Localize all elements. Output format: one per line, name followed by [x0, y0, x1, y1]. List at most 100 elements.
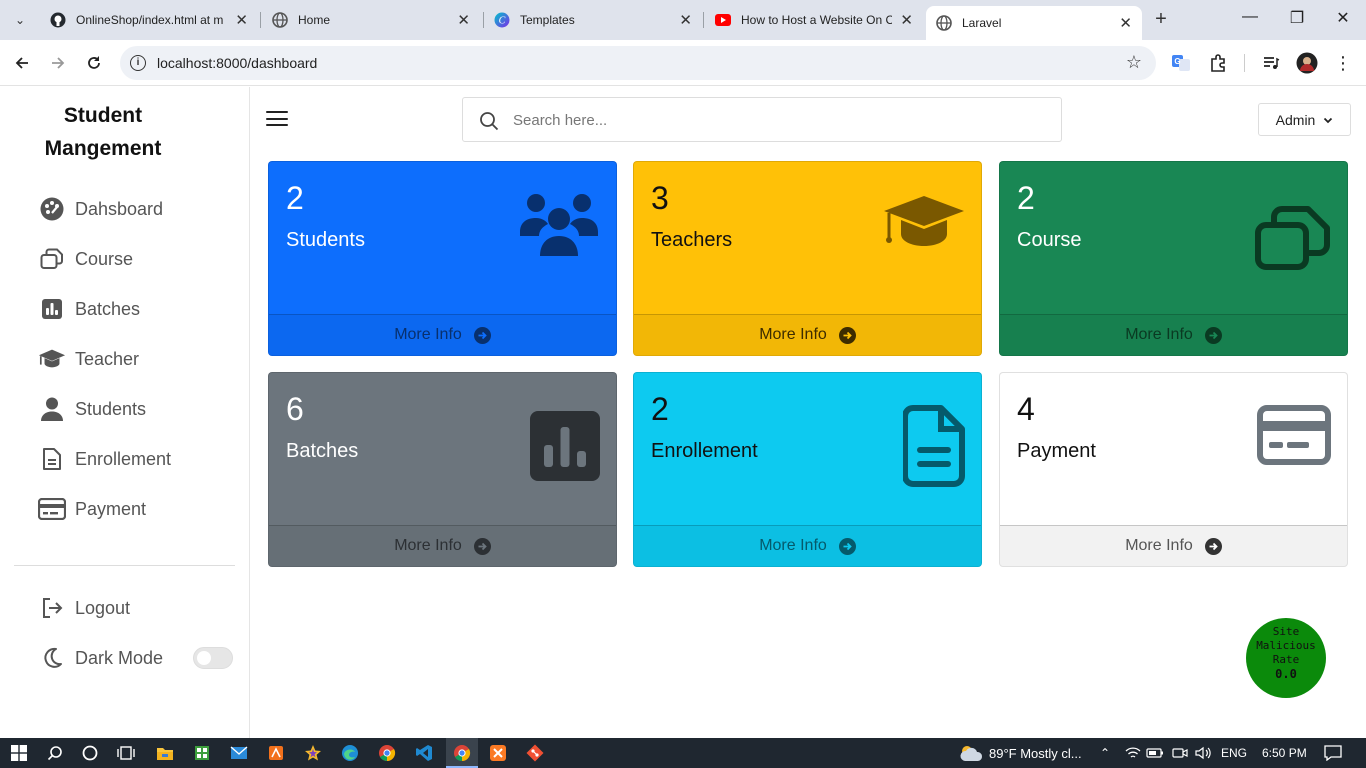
- canva-icon: C: [494, 12, 510, 28]
- sidebar-item-students[interactable]: Students: [38, 395, 146, 423]
- graduation-cap-icon: [884, 196, 964, 246]
- card-count: 2: [286, 180, 304, 216]
- xampp-icon[interactable]: [488, 743, 508, 763]
- clock-time[interactable]: 6:50 PM: [1262, 746, 1307, 760]
- forward-icon[interactable]: [47, 52, 69, 74]
- sidebar: Student Mangement Dahsboard Course Batch…: [0, 87, 250, 738]
- extensions-puzzle-icon[interactable]: [1207, 52, 1229, 74]
- close-tab-icon[interactable]: ✕: [900, 11, 913, 29]
- back-icon[interactable]: [11, 52, 33, 74]
- batches-card: 6 Batches More Info: [268, 372, 617, 567]
- search-input[interactable]: [513, 108, 1043, 132]
- sidebar-item-enrollement[interactable]: Enrollement: [38, 445, 171, 473]
- admin-dropdown[interactable]: Admin: [1258, 103, 1351, 136]
- translate-icon[interactable]: G: [1170, 52, 1192, 74]
- more-info-link[interactable]: More Info: [634, 314, 981, 355]
- sidebar-item-label: Course: [75, 248, 134, 269]
- close-tab-icon[interactable]: ✕: [235, 11, 248, 29]
- dark-mode-row: Dark Mode: [38, 644, 163, 672]
- language-indicator[interactable]: ENG: [1221, 746, 1247, 760]
- notifications-icon[interactable]: [1323, 743, 1343, 763]
- close-tab-icon[interactable]: ✕: [679, 11, 692, 29]
- more-info-link[interactable]: More Info: [1000, 525, 1347, 566]
- star-app-icon[interactable]: [303, 743, 323, 763]
- edge-browser-icon[interactable]: [340, 743, 360, 763]
- browser-tab[interactable]: OnlineShop/index.html at m ✕: [40, 6, 258, 34]
- cortana-icon[interactable]: [80, 743, 100, 763]
- credit-card-icon: [38, 496, 66, 522]
- network-icon[interactable]: [1123, 743, 1143, 763]
- card-count: 4: [1017, 391, 1035, 427]
- office-app-icon[interactable]: [266, 743, 286, 763]
- svg-text:G: G: [1174, 57, 1180, 66]
- vscode-icon[interactable]: [414, 743, 434, 763]
- restore-icon[interactable]: ❐: [1285, 8, 1309, 28]
- dark-mode-toggle[interactable]: [193, 647, 233, 669]
- sidebar-item-payment[interactable]: Payment: [38, 495, 146, 523]
- file-explorer-icon[interactable]: [155, 743, 175, 763]
- dark-mode-label: Dark Mode: [75, 647, 164, 668]
- more-info-link[interactable]: More Info: [269, 525, 616, 566]
- sidebar-item-course[interactable]: Course: [38, 245, 133, 273]
- logout-link[interactable]: Logout: [38, 594, 130, 622]
- weather-cloud-icon[interactable]: [958, 743, 984, 763]
- browser-tab[interactable]: Home ✕: [262, 6, 480, 34]
- more-info-link[interactable]: More Info: [634, 525, 981, 566]
- card-label: Course: [1017, 229, 1082, 251]
- bookmark-star-icon[interactable]: ☆: [1126, 52, 1142, 73]
- graduation-cap-icon: [38, 346, 66, 372]
- mail-icon[interactable]: [229, 743, 249, 763]
- sidebar-item-batches[interactable]: Batches: [38, 295, 140, 323]
- meet-now-icon[interactable]: [1170, 743, 1190, 763]
- windows-start-icon[interactable]: [9, 743, 29, 763]
- taskbar-search-icon[interactable]: [45, 743, 65, 763]
- chrome-active-icon[interactable]: [452, 743, 472, 763]
- chevron-down-icon: [1324, 117, 1333, 123]
- browser-tab[interactable]: C Templates ✕: [484, 6, 702, 34]
- close-window-icon[interactable]: ✕: [1331, 8, 1355, 28]
- new-tab-button[interactable]: +: [1150, 8, 1172, 30]
- sidebar-item-teacher[interactable]: Teacher: [38, 345, 139, 373]
- palette-icon: [38, 196, 66, 222]
- site-info-icon[interactable]: i: [130, 55, 146, 71]
- task-view-icon[interactable]: [116, 743, 136, 763]
- more-info-link[interactable]: More Info: [1000, 314, 1347, 355]
- youtube-icon: [715, 14, 731, 26]
- chrome-icon[interactable]: [377, 743, 397, 763]
- reload-icon[interactable]: [83, 52, 105, 74]
- bar-chart-icon: [38, 296, 66, 322]
- close-tab-icon[interactable]: ✕: [457, 11, 470, 29]
- close-tab-icon[interactable]: ✕: [1119, 14, 1132, 32]
- sidebar-item-dashboard[interactable]: Dahsboard: [38, 195, 163, 223]
- browser-tab-active[interactable]: Laravel ✕: [926, 6, 1142, 40]
- tab-search-chevron-icon[interactable]: ⌄: [8, 8, 32, 32]
- calculator-icon[interactable]: [192, 743, 212, 763]
- address-bar[interactable]: i localhost:8000/dashboard ☆: [120, 46, 1156, 80]
- svg-text:C: C: [499, 16, 506, 27]
- profile-avatar[interactable]: [1296, 52, 1318, 74]
- git-icon[interactable]: [525, 743, 545, 763]
- weather-text[interactable]: 89°F Mostly cl...: [989, 746, 1082, 761]
- students-card: 2 Students More Info: [268, 161, 617, 356]
- sidebar-item-label: Batches: [75, 298, 141, 319]
- media-controls-icon[interactable]: [1260, 52, 1282, 74]
- more-info-link[interactable]: More Info: [269, 314, 616, 355]
- search-icon: [480, 112, 499, 131]
- browser-tab[interactable]: How to Host a Website On C ✕: [705, 6, 923, 34]
- arrow-circle-right-icon: [473, 537, 491, 555]
- volume-icon[interactable]: [1193, 743, 1213, 763]
- browser-tab-strip: ⌄ OnlineShop/index.html at m ✕ Home ✕ C …: [0, 0, 1366, 40]
- brand-title: Student Mangement: [44, 104, 162, 160]
- site-malicious-rate-badge[interactable]: Site Malicious Rate 0.0: [1246, 618, 1326, 698]
- credit-card-icon: [1257, 405, 1331, 465]
- hamburger-menu-icon[interactable]: [266, 111, 288, 127]
- copy-icon: [1255, 206, 1330, 270]
- url-text[interactable]: localhost:8000/dashboard: [157, 55, 317, 71]
- minimize-icon[interactable]: —: [1238, 8, 1262, 26]
- card-label: Payment: [1017, 440, 1096, 462]
- logout-icon: [38, 595, 66, 621]
- sidebar-divider: [14, 565, 235, 566]
- chevron-up-icon[interactable]: ⌃: [1100, 746, 1110, 760]
- battery-icon[interactable]: [1145, 743, 1165, 763]
- browser-menu-icon[interactable]: ⋮: [1332, 52, 1354, 74]
